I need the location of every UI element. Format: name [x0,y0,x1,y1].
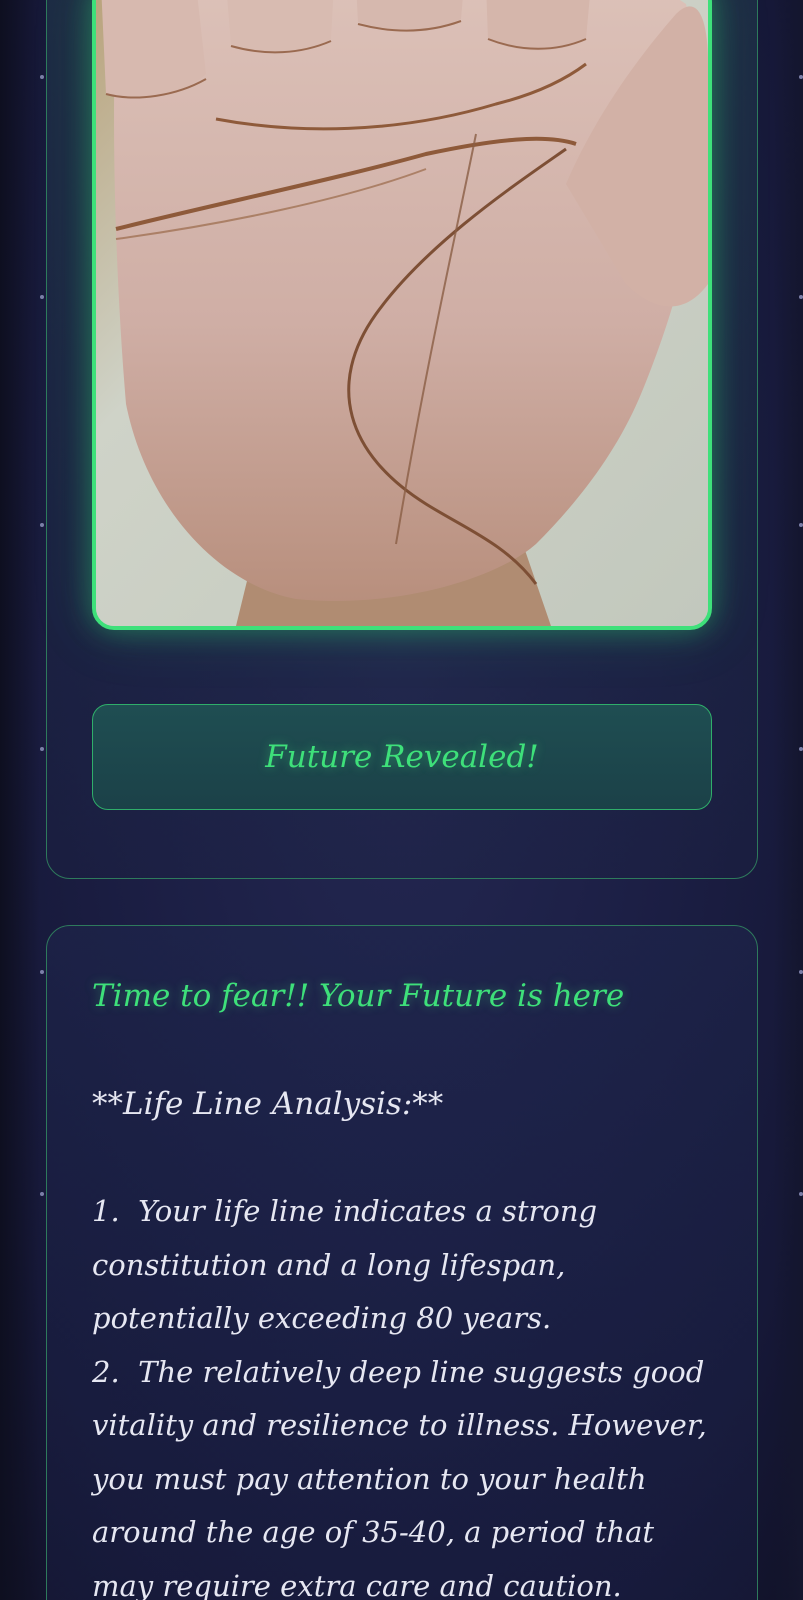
result-heading: Time to fear!! Your Future is here [92,978,625,1014]
analysis-item-number: 1. [92,1194,120,1228]
star-dot [799,523,803,527]
background-right-shade [773,0,803,1600]
star-dot [40,295,44,299]
future-revealed-button[interactable]: Future Revealed! [92,704,712,810]
background-left-shade [0,0,40,1600]
analysis-item-text: Your life line indicates a strong consti… [92,1194,598,1335]
analysis-item-text: The relatively deep line suggests good v… [92,1354,707,1600]
analysis-item: 1. Your life line indicates a strong con… [92,1185,712,1346]
star-dot [799,747,803,751]
star-dot [799,75,803,79]
star-dot [799,1192,803,1196]
analysis-body: 1. Your life line indicates a strong con… [92,1185,712,1600]
analysis-title: **Life Line Analysis:** [92,1086,444,1122]
star-dot [40,523,44,527]
star-dot [799,970,803,974]
star-dot [40,747,44,751]
star-dot [40,1192,44,1196]
analysis-item-number: 2. [92,1354,120,1389]
star-dot [40,970,44,974]
palm-photo [92,0,712,630]
analysis-item: 2. The relatively deep line suggests goo… [92,1346,712,1600]
star-dot [799,295,803,299]
star-dot [40,75,44,79]
